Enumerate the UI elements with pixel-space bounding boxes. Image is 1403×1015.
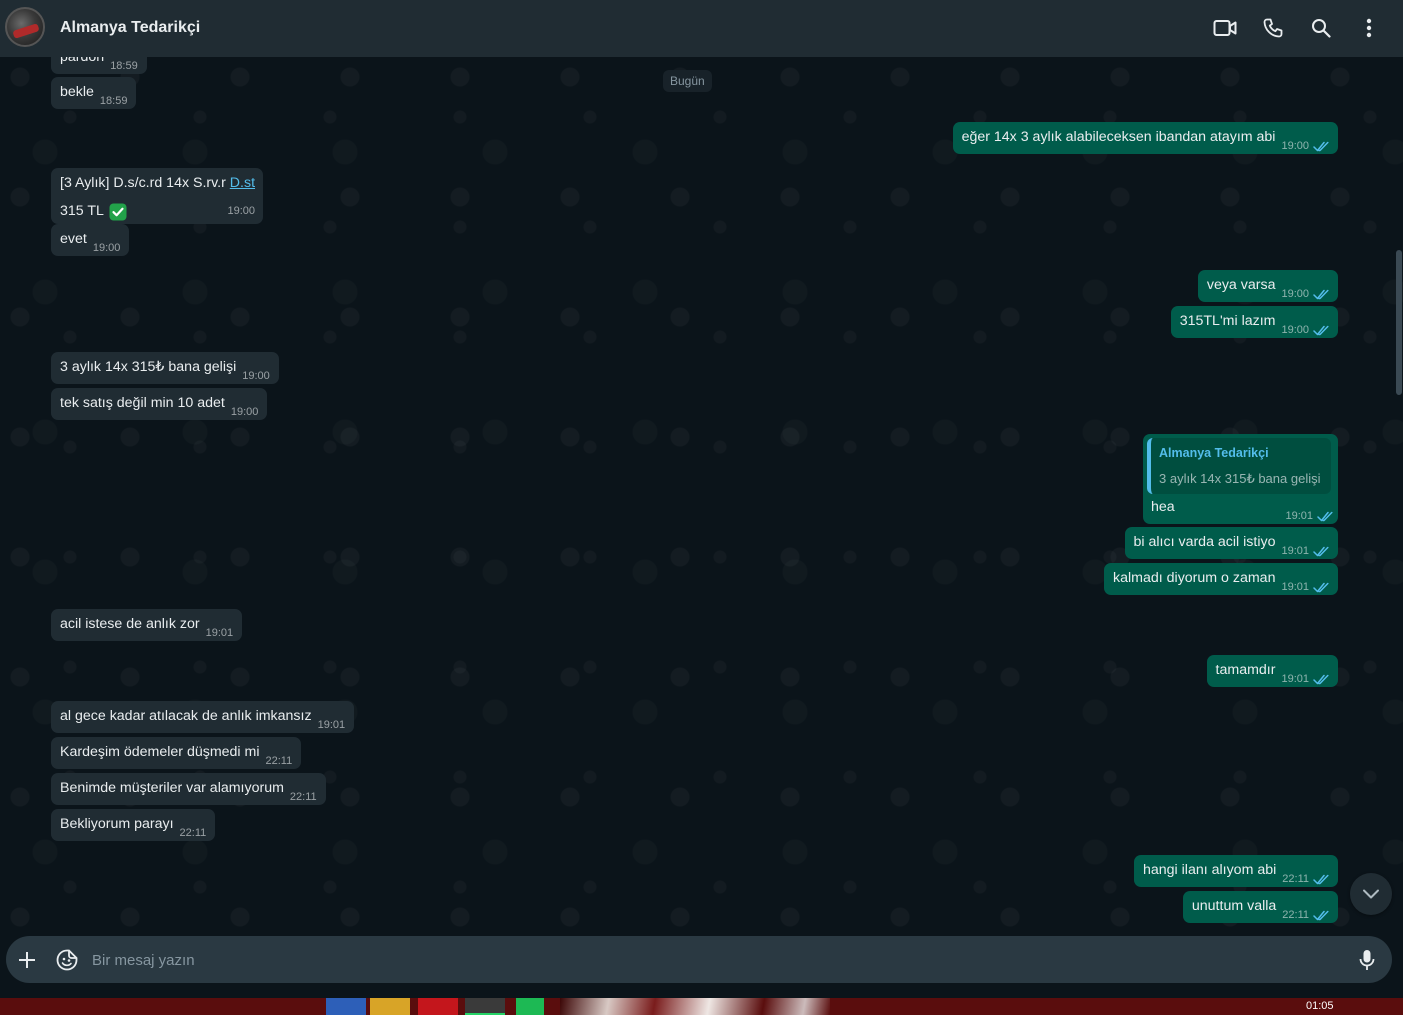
message-composer	[6, 936, 1392, 983]
microphone-icon[interactable]	[1353, 946, 1381, 974]
read-ticks-icon	[1313, 141, 1329, 152]
incoming-message[interactable]: evet 19:00	[51, 224, 130, 256]
incoming-message[interactable]: [3 Aylık] D.s/c.rd 14x S.rv.r D.st 315 T…	[51, 168, 264, 224]
incoming-message[interactable]: acil istese de anlık zor 19:01	[51, 609, 243, 641]
read-ticks-icon	[1317, 511, 1333, 522]
date-divider: Bugün	[663, 70, 712, 92]
read-ticks-icon	[1313, 674, 1329, 685]
outgoing-message[interactable]: bi alıcı varda acil istiyo 19:01	[1124, 527, 1338, 559]
os-taskbar: 01:05	[0, 998, 1403, 1015]
contact-name[interactable]: Almanya Tedarikçi	[60, 19, 200, 37]
read-ticks-icon	[1313, 582, 1329, 593]
sticker-icon[interactable]	[53, 946, 81, 974]
incoming-message[interactable]: pardon 18:59	[51, 57, 147, 74]
read-ticks-icon	[1313, 910, 1329, 921]
outgoing-message[interactable]: 315TL'mi lazım 19:00	[1170, 306, 1338, 338]
taskbar-clock: 01:05	[1306, 1000, 1334, 1012]
whatsapp-icon[interactable]	[465, 998, 505, 1015]
outgoing-message[interactable]: kalmadı diyorum o zaman 19:01	[1104, 563, 1338, 595]
wallpaper-art	[560, 998, 830, 1015]
incoming-message[interactable]: al gece kadar atılacak de anlık imkansız…	[51, 701, 355, 733]
read-ticks-icon	[1313, 546, 1329, 557]
outgoing-message[interactable]: eğer 14x 3 aylık alabileceksen ibandan a…	[952, 122, 1338, 154]
check-mark-emoji-icon	[109, 203, 127, 221]
message-link[interactable]: D.st	[230, 175, 255, 191]
outgoing-message[interactable]: hangi ilanı alıyom abi 22:11	[1133, 855, 1338, 887]
incoming-message[interactable]: bekle 18:59	[51, 77, 137, 109]
chevron-down-icon	[1363, 889, 1379, 899]
whatsapp-window: Almanya Tedarikçi Bugün pardon 18:59 bekl…	[0, 0, 1403, 1015]
outgoing-reply-message[interactable]: Almanya Tedarikçi 3 aylık 14x 315₺ bana …	[1143, 434, 1338, 524]
incoming-message[interactable]: Kardeşim ödemeler düşmedi mi 22:11	[51, 737, 302, 769]
avatar[interactable]	[5, 7, 45, 47]
scroll-to-bottom-button[interactable]	[1350, 873, 1392, 915]
search-icon[interactable]	[1308, 15, 1334, 41]
outgoing-message[interactable]: unuttum valla 22:11	[1182, 891, 1338, 923]
menu-dots-icon[interactable]	[1356, 15, 1382, 41]
quoted-message[interactable]: Almanya Tedarikçi 3 aylık 14x 315₺ bana …	[1147, 438, 1331, 494]
incoming-message[interactable]: Bekliyorum parayı 22:11	[51, 809, 216, 841]
folder-icon[interactable]	[370, 998, 410, 1015]
scrollbar[interactable]	[1396, 250, 1402, 395]
taskbar-app-icon[interactable]	[326, 998, 366, 1015]
read-ticks-icon	[1313, 874, 1329, 885]
phone-icon[interactable]	[1260, 15, 1286, 41]
video-call-icon[interactable]	[1212, 15, 1238, 41]
chat-header: Almanya Tedarikçi	[0, 0, 1403, 57]
incoming-message[interactable]: tek satış değil min 10 adet 19:00	[51, 388, 268, 420]
incoming-message[interactable]: Benimde müşteriler var alamıyorum 22:11	[51, 773, 326, 805]
plus-icon[interactable]	[13, 946, 41, 974]
message-input[interactable]	[92, 948, 1332, 972]
taskbar-app-icon[interactable]	[418, 998, 458, 1015]
incoming-message[interactable]: 3 aylık 14x 315₺ bana gelişi 19:00	[51, 352, 279, 384]
read-ticks-icon	[1313, 289, 1329, 300]
message-list[interactable]: Bugün pardon 18:59 bekle 18:59 [3 Aylık] D…	[0, 57, 1403, 934]
outgoing-message[interactable]: tamamdır 19:01	[1206, 655, 1338, 687]
spotify-icon[interactable]	[516, 998, 544, 1015]
outgoing-message[interactable]: veya varsa 19:00	[1197, 270, 1338, 302]
read-ticks-icon	[1313, 325, 1329, 336]
